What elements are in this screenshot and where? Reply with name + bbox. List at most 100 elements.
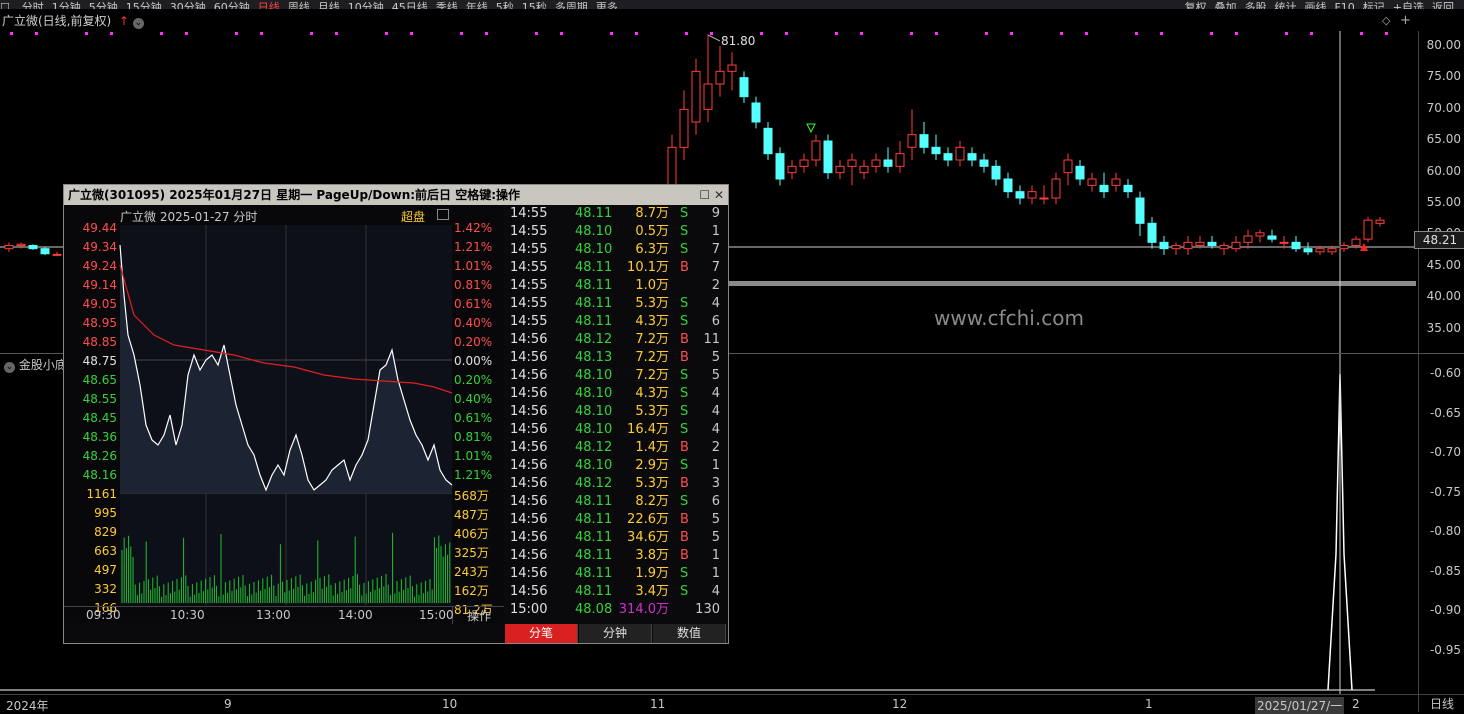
- candle-body: [691, 70, 701, 123]
- dropdown-icon[interactable]: ⌄: [132, 18, 144, 29]
- toolbar-btn-5[interactable]: F10: [1334, 2, 1354, 9]
- tick-bs: S: [680, 296, 689, 311]
- period-tab-9[interactable]: 10分钟: [348, 2, 384, 9]
- tick-bs: S: [680, 422, 689, 437]
- price-tick: 35.00: [1426, 320, 1461, 335]
- period-tab-0[interactable]: 分时: [22, 2, 44, 9]
- signal-dot: [610, 32, 613, 35]
- maximize-icon[interactable]: ☐: [699, 188, 710, 202]
- popup-titlebar[interactable]: 广立微(301095) 2025年01月27日 星期一 PageUp/Down:…: [64, 185, 728, 205]
- signal-dot: [110, 32, 113, 35]
- tick-bs: B: [680, 332, 689, 347]
- plus-icon[interactable]: +: [1400, 13, 1411, 28]
- tick-bs: S: [680, 458, 689, 473]
- tick-bs: B: [680, 260, 689, 275]
- period-tab-3[interactable]: 15分钟: [126, 2, 162, 9]
- period-tab-14[interactable]: 15秒: [522, 2, 547, 9]
- tick-vol: 1.0万: [635, 278, 669, 293]
- tick-time: 14:55: [510, 278, 548, 293]
- signal-dot: [1060, 32, 1063, 35]
- toolbar-btn-1[interactable]: 叠加: [1214, 2, 1236, 9]
- date-label: 9: [224, 697, 232, 711]
- toolbar-btn-3[interactable]: 统计: [1274, 2, 1296, 9]
- period-tab-16[interactable]: 更多: [596, 2, 618, 9]
- tick-bs: S: [680, 584, 689, 599]
- watermark: www.cfchi.com: [934, 306, 1084, 330]
- candle-body: [679, 108, 689, 148]
- menu-icon[interactable]: ☐: [0, 2, 10, 9]
- vol-scale: 829: [94, 525, 117, 539]
- signal-dot: [560, 32, 563, 35]
- pct-scale: 0.40%: [454, 392, 493, 406]
- indicator-tick: -0.90: [1429, 603, 1461, 617]
- period-tab-4[interactable]: 30分钟: [170, 2, 206, 9]
- indicator-tick: -0.80: [1429, 524, 1461, 538]
- toolbar-btn-2[interactable]: 多股: [1244, 2, 1266, 9]
- period-tab-11[interactable]: 季线: [436, 2, 458, 9]
- toolbar-btn-7[interactable]: +自选: [1393, 2, 1424, 9]
- candle-body: [1315, 248, 1325, 253]
- diamond-icon[interactable]: ◇: [1382, 14, 1390, 27]
- close-icon[interactable]: ✕: [714, 188, 724, 202]
- tick-bs: S: [680, 386, 689, 401]
- price-scale: 49.24: [82, 259, 117, 273]
- candle-body: [715, 70, 725, 85]
- tab-2[interactable]: 数值: [653, 624, 726, 643]
- tick-bs: S: [680, 224, 689, 239]
- candle-body: [943, 153, 953, 161]
- toolbar-btn-8[interactable]: 返回: [1432, 2, 1454, 9]
- toolbar-btn-6[interactable]: 标记: [1363, 2, 1385, 9]
- period-tab-12[interactable]: 年线: [466, 2, 488, 9]
- tick-row: 14:55 48.11 8.7万 S 9: [505, 205, 727, 223]
- period-tab-13[interactable]: 5秒: [496, 2, 514, 9]
- intraday-chart[interactable]: 广立微 2025-01-27 分时 超盘 49.44 49.34 49.24 49.1…: [64, 205, 505, 624]
- tick-list[interactable]: 14:55 48.11 8.7万 S 9 14:55 48.10 0.5万 S 1 14:55 48.…: [505, 205, 727, 623]
- current-date-label: 2025/01/27/一: [1255, 697, 1345, 714]
- candle-body: [883, 159, 893, 167]
- period-tab-8[interactable]: 月线: [318, 2, 340, 9]
- toolbar-btn-0[interactable]: 复权: [1184, 2, 1206, 9]
- period-tab-6[interactable]: 日线: [258, 2, 280, 9]
- tick-time: 14:56: [510, 386, 548, 401]
- up-arrow-icon: ↑: [119, 14, 130, 28]
- price-scale: 48.55: [82, 392, 117, 406]
- candle-body: [1183, 241, 1193, 250]
- tick-row: 14:56 48.12 1.4万 B 2: [505, 439, 727, 457]
- period-tab-7[interactable]: 周线: [288, 2, 310, 9]
- candle-body: [1027, 191, 1037, 199]
- tick-price: 48.11: [575, 548, 613, 563]
- period-tab-10[interactable]: 45日线: [392, 2, 428, 9]
- period-tab-15[interactable]: 多周期: [555, 2, 588, 9]
- period-tab-1[interactable]: 1分钟: [52, 2, 81, 9]
- time-label: 10:30: [170, 608, 205, 622]
- tab-1[interactable]: 分钟: [579, 624, 652, 643]
- tick-vol: 5.3万: [635, 476, 669, 491]
- candle-body: [1159, 241, 1169, 250]
- signal-dot: [635, 32, 638, 35]
- tick-cnt: 2: [711, 440, 720, 455]
- period-tab-5[interactable]: 60分钟: [214, 2, 250, 9]
- candle-body: [751, 102, 761, 123]
- candle-body: [739, 77, 749, 98]
- tick-bs: B: [680, 512, 689, 527]
- tick-cnt: 4: [711, 296, 720, 311]
- candle-body: [40, 248, 50, 255]
- candle-body: [1099, 184, 1109, 193]
- tick-vol: 16.4万: [627, 422, 669, 437]
- vol-scale: 1161: [86, 487, 117, 501]
- period-tab-2[interactable]: 5分钟: [89, 2, 118, 9]
- pct-scale: 1.01%: [454, 259, 493, 273]
- tick-cnt: 1: [711, 224, 720, 239]
- period-label[interactable]: 日线: [1418, 694, 1464, 712]
- tick-bs: B: [680, 350, 689, 365]
- toolbar-btn-4[interactable]: 画线: [1304, 2, 1326, 9]
- price-scale: 49.44: [82, 221, 117, 235]
- tab-0[interactable]: 分笔: [505, 624, 578, 643]
- intraday-popup[interactable]: 广立微(301095) 2025年01月27日 星期一 PageUp/Down:…: [63, 184, 729, 644]
- tick-vol: 8.7万: [635, 206, 669, 221]
- tick-vol: 7.2万: [635, 350, 669, 365]
- tick-cnt: 1: [711, 548, 720, 563]
- operate-button[interactable]: 操作: [452, 607, 505, 624]
- candle-body: [4, 245, 14, 250]
- tick-price: 48.11: [575, 512, 613, 527]
